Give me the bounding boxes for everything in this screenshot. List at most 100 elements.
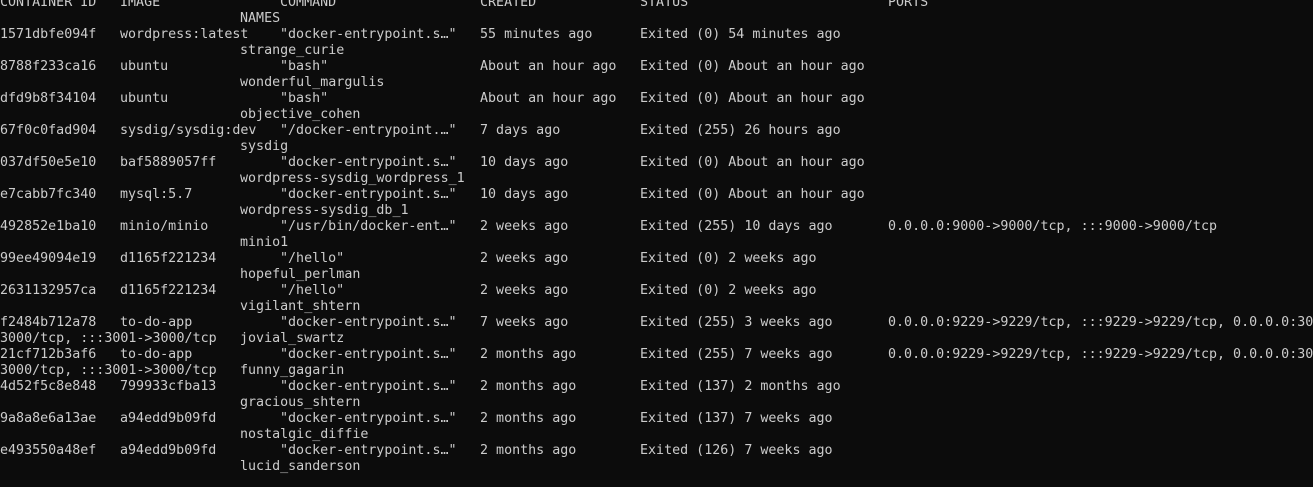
image-cell: ubuntu [120,59,169,74]
table-row: dfd9b8f34104 ubuntu "bash" About an hour ag… [0,91,1313,107]
table-row-wrap: gracious_shtern [0,395,1313,411]
table-row: 99ee49094e19 d1165f221234 "/hello" 2 weeks … [0,251,1313,267]
status-cell: Exited (255) 7 weeks ago [640,347,833,362]
ports-cell-wrap: 3000/tcp, :::3001->3000/tcp [0,331,217,346]
container-id-cell: 1571dbfe094f [0,27,97,42]
created-cell: 2 weeks ago [480,283,569,298]
table-row-wrap: objective_cohen [0,107,1313,123]
table-row: 9a8a8e6a13ae a94edd9b09fd "docker-entrypoi… [0,411,1313,427]
header-line: CONTAINER ID IMAGE COMMAND CREATED STATU… [0,0,1313,11]
image-cell: baf5889057ff [120,155,217,170]
names-cell: wordpress-sysdig_wordpress_1 [240,171,465,186]
container-id-cell: f2484b712a78 [0,315,97,330]
table-row: 4d52f5c8e848 799933cfba13 "docker-entrypoi… [0,379,1313,395]
table-row-wrap: vigilant_shtern [0,299,1313,315]
names-cell: nostalgic_diffie [240,427,369,442]
container-id-cell: e7cabb7fc340 [0,187,97,202]
command-cell: "/hello" [280,283,345,298]
created-cell: 7 days ago [480,123,561,138]
command-cell: "/usr/bin/docker-ent…" [280,219,457,234]
ports-cell: 0.0.0.0:9229->9229/tcp, :::9229->9229/tc… [888,347,1313,362]
command-cell: "bash" [280,59,329,74]
container-id-cell: 492852e1ba10 [0,219,97,234]
header-ports: PORTS [888,0,929,10]
created-cell: 2 weeks ago [480,251,569,266]
names-cell: funny_gagarin [240,363,345,378]
names-cell: hopeful_perlman [240,267,361,282]
command-cell: "/hello" [280,251,345,266]
image-cell: to-do-app [120,315,193,330]
status-cell: Exited (126) 7 weeks ago [640,443,833,458]
status-cell: Exited (0) About an hour ago [640,59,865,74]
table-row-wrap: wonderful_margulis [0,75,1313,91]
names-cell: minio1 [240,235,289,250]
command-cell: "docker-entrypoint.s…" [280,347,457,362]
status-cell: Exited (0) About an hour ago [640,91,865,106]
container-id-cell: e493550a48ef [0,443,97,458]
table-row-wrap: minio1 [0,235,1313,251]
table-row: 21cf712b3af6 to-do-app "docker-entrypoint.… [0,347,1313,363]
table-row-wrap: hopeful_perlman [0,267,1313,283]
container-id-cell: 037df50e5e10 [0,155,97,170]
header-created: CREATED [480,0,537,10]
names-cell: wonderful_margulis [240,75,385,90]
table-row: e7cabb7fc340 mysql:5.7 "docker-entrypoint.… [0,187,1313,203]
table-row-wrap: sysdig [0,139,1313,155]
table-row-wrap: 3000/tcp, :::3001->3000/tcp funny_gagarin [0,363,1313,379]
table-row: e493550a48ef a94edd9b09fd "docker-entrypoi… [0,443,1313,459]
created-cell: About an hour ago [480,59,617,74]
command-cell: "docker-entrypoint.s…" [280,187,457,202]
created-cell: 2 months ago [480,379,577,394]
table-row: f2484b712a78 to-do-app "docker-entrypoint.… [0,315,1313,331]
created-cell: 2 months ago [480,347,577,362]
status-cell: Exited (255) 10 days ago [640,219,833,234]
table-row-wrap: lucid_sanderson [0,459,1313,475]
table-row: 492852e1ba10 minio/minio "/usr/bin/docker-… [0,219,1313,235]
table-row: 037df50e5e10 baf5889057ff "docker-entrypoi… [0,155,1313,171]
container-id-cell: 4d52f5c8e848 [0,379,97,394]
status-cell: Exited (0) 54 minutes ago [640,27,841,42]
image-cell: a94edd9b09fd [120,411,217,426]
command-cell: "docker-entrypoint.s…" [280,443,457,458]
header-line-wrap: NAMES [0,11,1313,27]
image-cell: d1165f221234 [120,251,217,266]
created-cell: 2 months ago [480,443,577,458]
status-cell: Exited (255) 26 hours ago [640,123,841,138]
header-container-id: CONTAINER ID [0,0,97,10]
command-cell: "docker-entrypoint.s…" [280,155,457,170]
table-row-wrap: nostalgic_diffie [0,427,1313,443]
container-id-cell: 2631132957ca [0,283,97,298]
created-cell: 2 weeks ago [480,219,569,234]
container-id-cell: 8788f233ca16 [0,59,97,74]
names-cell: wordpress-sysdig_db_1 [240,203,409,218]
status-cell: Exited (137) 2 months ago [640,379,841,394]
image-cell: minio/minio [120,219,209,234]
table-row-wrap: wordpress-sysdig_wordpress_1 [0,171,1313,187]
image-cell: sysdig/sysdig:dev [120,123,257,138]
ports-cell: 0.0.0.0:9229->9229/tcp, :::9229->9229/tc… [888,315,1313,330]
status-cell: Exited (255) 3 weeks ago [640,315,833,330]
container-list: 1571dbfe094f wordpress:latest "docker-entr… [0,27,1313,475]
created-cell: 7 weeks ago [480,315,569,330]
image-cell: mysql:5.7 [120,187,193,202]
table-row-wrap: 3000/tcp, :::3001->3000/tcp jovial_swartz [0,331,1313,347]
table-row: 2631132957ca d1165f221234 "/hello" 2 weeks … [0,283,1313,299]
header-image: IMAGE [120,0,161,10]
names-cell: strange_curie [240,43,345,58]
status-cell: Exited (0) About an hour ago [640,187,865,202]
status-cell: Exited (0) 2 weeks ago [640,283,817,298]
image-cell: wordpress:latest [120,27,249,42]
table-row: 67f0c0fad904 sysdig/sysdig:dev "/docker-en… [0,123,1313,139]
names-cell: sysdig [240,139,289,154]
table-row-wrap: wordpress-sysdig_db_1 [0,203,1313,219]
created-cell: 55 minutes ago [480,27,593,42]
names-cell: vigilant_shtern [240,299,361,314]
names-cell: jovial_swartz [240,331,345,346]
table-row: 8788f233ca16 ubuntu "bash" About an hour ag… [0,59,1313,75]
created-cell: About an hour ago [480,91,617,106]
command-cell: "bash" [280,91,329,106]
container-id-cell: 9a8a8e6a13ae [0,411,97,426]
status-cell: Exited (137) 7 weeks ago [640,411,833,426]
container-id-cell: 67f0c0fad904 [0,123,97,138]
command-cell: "docker-entrypoint.s…" [280,315,457,330]
